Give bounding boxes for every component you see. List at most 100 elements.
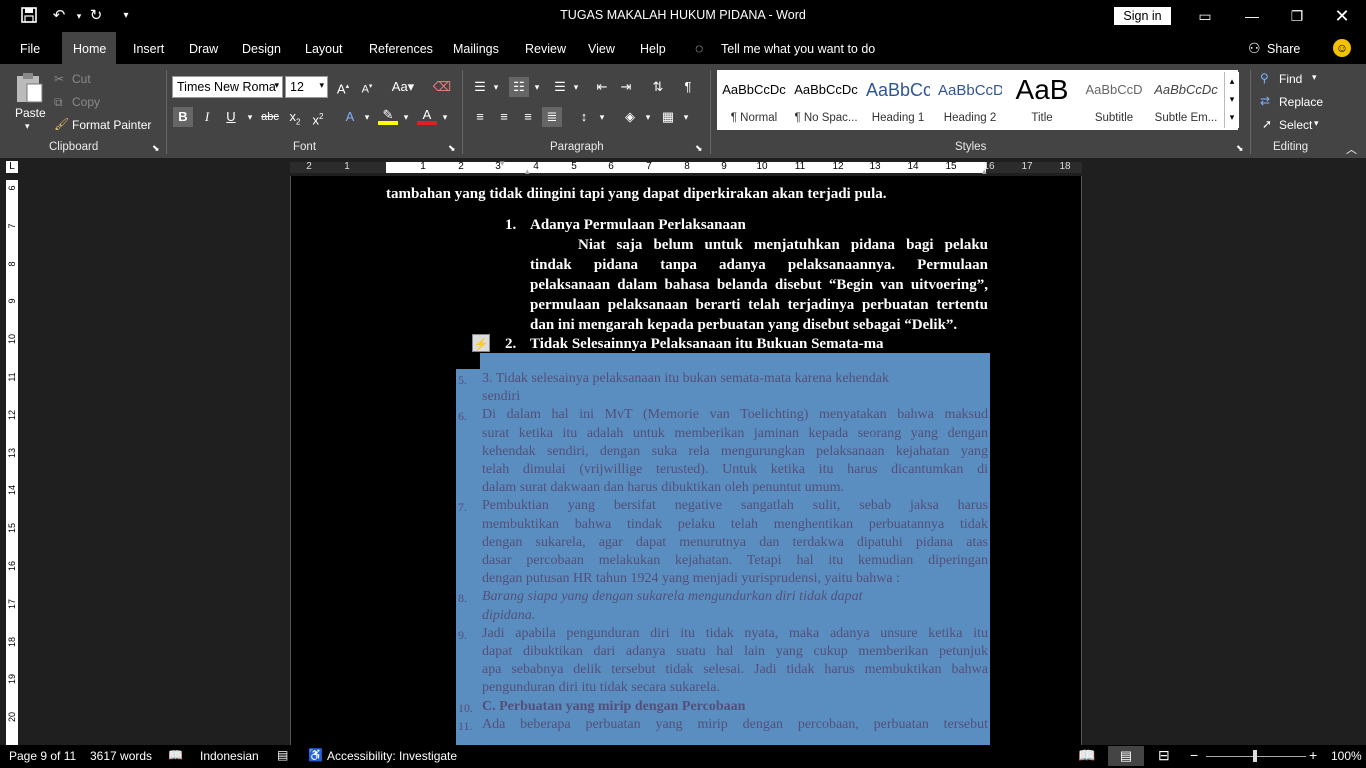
highlight-dropdown-icon[interactable]: ▾: [396, 107, 416, 127]
line-spacing-icon[interactable]: ↕: [574, 107, 594, 127]
first-line-indent-marker[interactable]: ▾: [500, 158, 505, 169]
align-left-icon[interactable]: ≡: [470, 107, 490, 127]
font-launcher-icon[interactable]: ⬊: [448, 143, 456, 154]
font-name-dropdown-icon[interactable]: ▾: [274, 80, 279, 91]
text-effects-dropdown-icon[interactable]: ▾: [357, 107, 377, 127]
align-center-icon[interactable]: ≡: [494, 107, 514, 127]
tab-file[interactable]: File: [20, 42, 40, 56]
font-size-box[interactable]: 12 ▾: [285, 76, 328, 98]
share-button[interactable]: Share: [1267, 42, 1300, 56]
language[interactable]: Indonesian: [200, 749, 259, 763]
tab-insert[interactable]: Insert: [133, 42, 164, 56]
tab-layout[interactable]: Layout: [305, 42, 343, 56]
select-button[interactable]: Select: [1279, 118, 1312, 132]
decrease-indent-icon[interactable]: ⇤: [592, 77, 612, 97]
copy-button[interactable]: Copy: [72, 95, 100, 109]
page-count[interactable]: Page 9 of 11: [9, 749, 76, 763]
paste-dropdown-icon[interactable]: ▾: [25, 121, 30, 132]
numbering-icon[interactable]: ☷: [509, 77, 529, 97]
shading-icon[interactable]: ◈: [620, 107, 640, 127]
print-layout-icon[interactable]: ▤: [1108, 746, 1144, 766]
style-subtle-emphasis[interactable]: AaBbCcDc Subtle Em...: [1154, 74, 1218, 126]
clipboard-launcher-icon[interactable]: ⬊: [152, 143, 160, 154]
subscript-icon[interactable]: x2: [285, 107, 305, 127]
zoom-out-icon[interactable]: −: [1190, 747, 1198, 763]
style-normal[interactable]: AaBbCcDc ¶ Normal: [722, 74, 786, 126]
style-title[interactable]: AaB Title: [1010, 74, 1074, 126]
borders-dropdown-icon[interactable]: ▾: [676, 107, 696, 127]
superscript-icon[interactable]: x2: [308, 107, 328, 127]
multilevel-dropdown-icon[interactable]: ▾: [566, 77, 586, 97]
shrink-font-icon[interactable]: A▾: [357, 77, 377, 97]
word-count[interactable]: 3617 words: [90, 749, 152, 763]
style-subtitle[interactable]: AaBbCcD Subtitle: [1082, 74, 1146, 126]
numbering-dropdown-icon[interactable]: ▾: [527, 77, 547, 97]
tab-selector[interactable]: L: [6, 161, 18, 173]
web-layout-icon[interactable]: ⊟: [1158, 747, 1170, 764]
tab-design[interactable]: Design: [242, 42, 281, 56]
paragraph-launcher-icon[interactable]: ⬊: [695, 143, 703, 154]
tab-mailings[interactable]: Mailings: [453, 42, 499, 56]
highlight-icon[interactable]: ✎: [378, 105, 398, 125]
minimize-icon[interactable]: —: [1240, 6, 1264, 26]
bullets-dropdown-icon[interactable]: ▾: [486, 77, 506, 97]
style-no-spacing[interactable]: AaBbCcDc ¶ No Spac...: [794, 74, 858, 126]
underline-dropdown-icon[interactable]: ▾: [240, 107, 260, 127]
grow-font-icon[interactable]: A▴: [333, 77, 353, 97]
tab-view[interactable]: View: [588, 42, 615, 56]
zoom-slider-thumb[interactable]: [1253, 750, 1257, 762]
bold-icon[interactable]: B: [173, 107, 193, 127]
clear-formatting-icon[interactable]: ⌫: [432, 77, 452, 97]
font-name-box[interactable]: Times New Roma ▾: [172, 76, 283, 98]
find-button[interactable]: Find: [1279, 72, 1302, 86]
tab-review[interactable]: Review: [525, 42, 566, 56]
ribbon-display-icon[interactable]: ▭: [1193, 6, 1217, 26]
show-formatting-marks-icon[interactable]: ¶: [678, 77, 698, 97]
tell-me-search[interactable]: Tell me what you want to do: [721, 42, 875, 56]
find-dropdown-icon[interactable]: ▾: [1312, 72, 1317, 83]
styles-scroll[interactable]: ▴ ▾ ▾: [1224, 72, 1239, 128]
font-color-icon[interactable]: A: [417, 105, 437, 125]
font-color-dropdown-icon[interactable]: ▾: [435, 107, 455, 127]
zoom-in-icon[interactable]: +: [1309, 747, 1317, 763]
justify-icon[interactable]: ≣: [542, 107, 562, 127]
close-icon[interactable]: ✕: [1330, 6, 1354, 26]
underline-icon[interactable]: U: [221, 107, 241, 127]
select-dropdown-icon[interactable]: ▾: [1314, 118, 1319, 129]
format-painter-button[interactable]: Format Painter: [72, 118, 151, 132]
italic-icon[interactable]: I: [197, 107, 217, 127]
autocorrect-options-icon[interactable]: ⚡: [472, 334, 490, 352]
font-size-dropdown-icon[interactable]: ▾: [319, 80, 324, 91]
style-heading-1[interactable]: AaBbCc Heading 1: [866, 74, 930, 126]
sign-in-button[interactable]: Sign in: [1114, 7, 1171, 25]
sort-icon[interactable]: ⇅: [648, 77, 668, 97]
vertical-ruler-number: 17: [7, 598, 17, 609]
tab-help[interactable]: Help: [640, 42, 666, 56]
change-case-icon[interactable]: Aa▾: [388, 77, 418, 97]
divider: [710, 70, 711, 154]
ruler-number: 11: [794, 161, 806, 172]
smiley-feedback-icon[interactable]: ☺: [1333, 39, 1351, 57]
replace-button[interactable]: Replace: [1279, 95, 1323, 109]
restore-icon[interactable]: ❐: [1285, 6, 1309, 26]
strikethrough-icon[interactable]: abc: [260, 107, 280, 127]
align-right-icon[interactable]: ≡: [518, 107, 538, 127]
paste-icon[interactable]: [14, 72, 44, 104]
increase-indent-icon[interactable]: ⇥: [616, 77, 636, 97]
macro-icon[interactable]: ▤: [277, 748, 288, 762]
style-heading-2[interactable]: AaBbCcD Heading 2: [938, 74, 1002, 126]
accessibility-status[interactable]: Accessibility: Investigate: [327, 749, 457, 763]
tab-home[interactable]: Home: [73, 42, 106, 56]
paste-button[interactable]: Paste: [15, 106, 46, 120]
read-mode-icon[interactable]: 📖: [1078, 747, 1095, 764]
cut-button[interactable]: Cut: [72, 72, 91, 86]
tab-references[interactable]: References: [369, 42, 433, 56]
proofing-icon[interactable]: 📖: [168, 748, 183, 762]
zoom-level[interactable]: 100%: [1331, 749, 1362, 763]
borders-icon[interactable]: ▦: [658, 107, 678, 127]
collapse-ribbon-icon[interactable]: ︿: [1346, 141, 1357, 157]
shading-dropdown-icon[interactable]: ▾: [638, 107, 658, 127]
tab-draw[interactable]: Draw: [189, 42, 218, 56]
styles-launcher-icon[interactable]: ⬊: [1236, 143, 1244, 154]
line-spacing-dropdown-icon[interactable]: ▾: [592, 107, 612, 127]
